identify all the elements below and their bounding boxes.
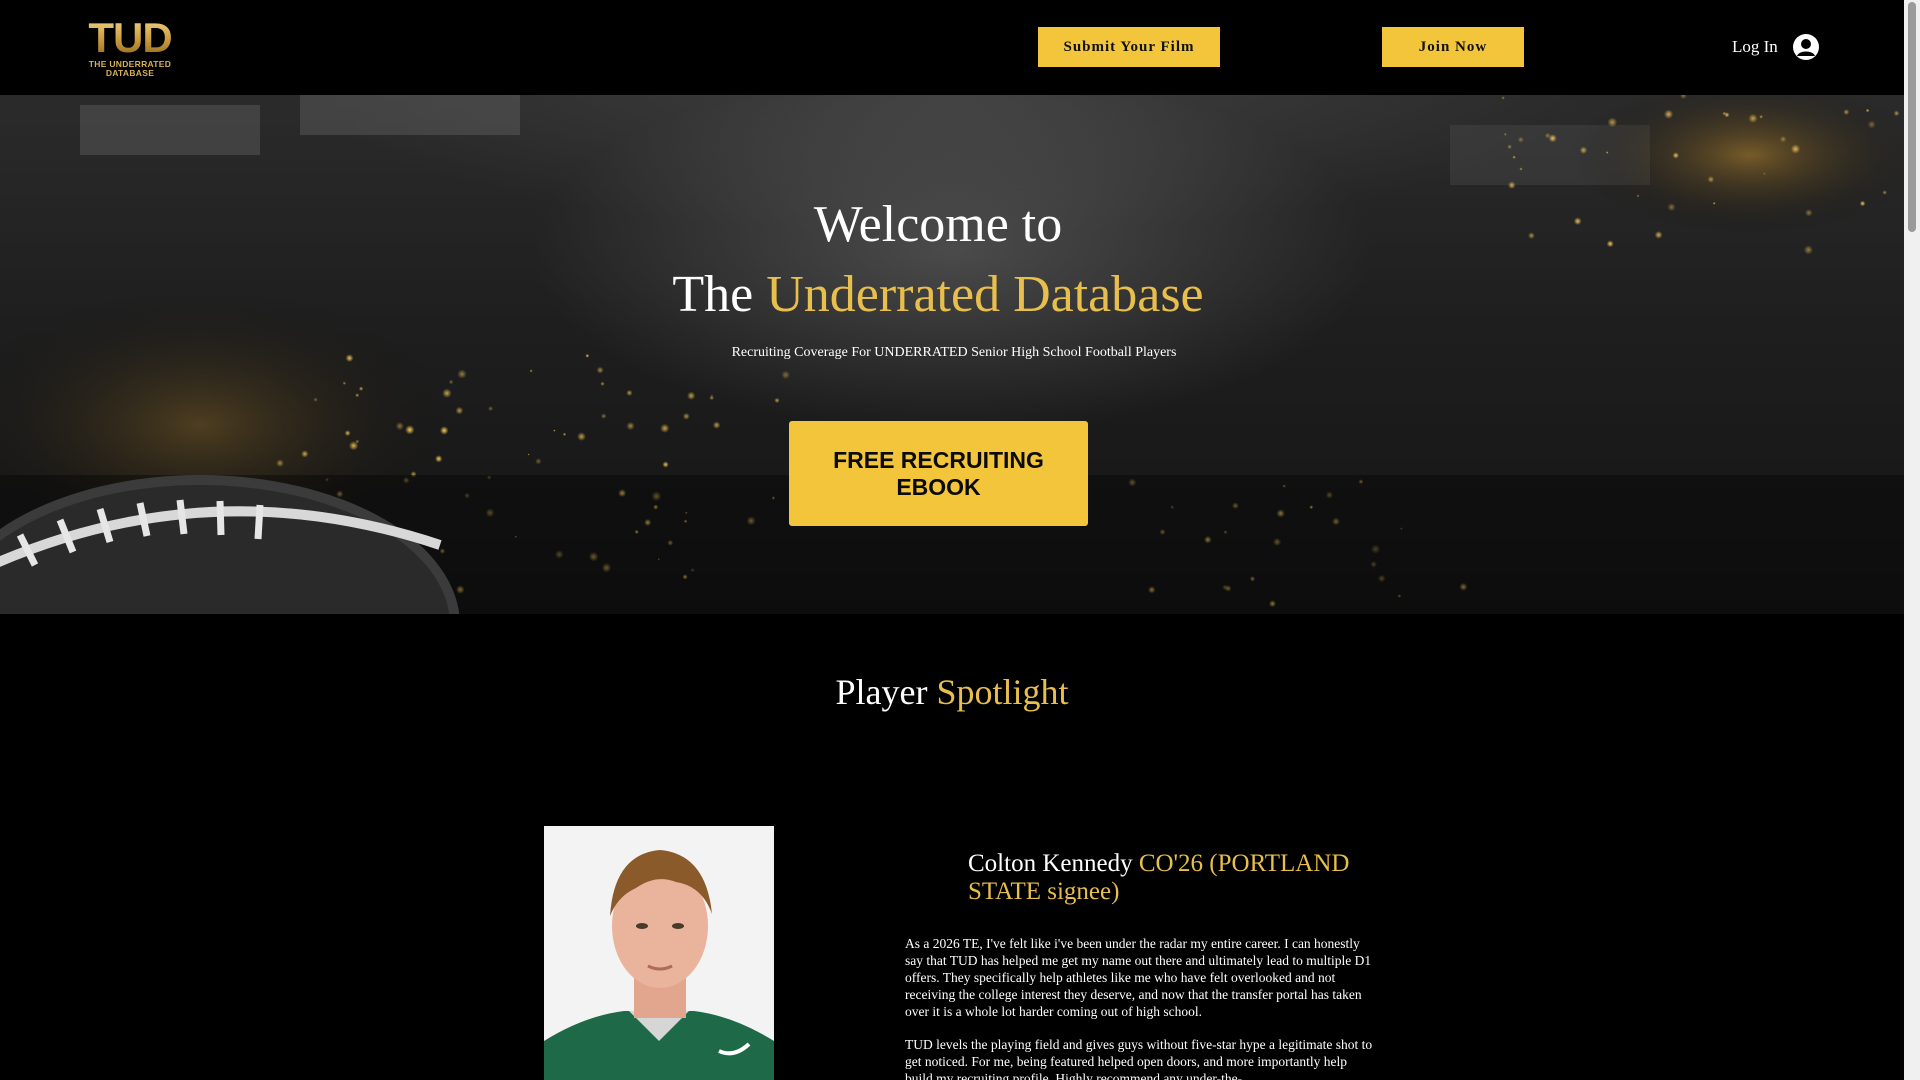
spark-particle <box>355 393 360 398</box>
spark-particle <box>600 381 605 386</box>
spark-particle <box>1748 113 1758 123</box>
testimonial-paragraph-1: As a 2026 TE, I've felt like i've been u… <box>905 936 1372 1019</box>
spark-particle <box>662 461 669 468</box>
spark-particle <box>712 421 721 429</box>
logo-line2: DATABASE <box>105 68 155 78</box>
spark-particle <box>1507 144 1512 150</box>
user-circle-icon[interactable] <box>1792 33 1820 61</box>
spark-particle <box>709 395 715 401</box>
spotlight-title-white: Player <box>835 672 928 712</box>
hero-title-line1: Welcome to <box>813 196 1063 253</box>
spark-particle <box>1517 136 1524 143</box>
spark-particle <box>529 369 533 373</box>
hero-title-prefix: The <box>672 266 754 323</box>
spark-particle <box>1707 176 1715 183</box>
join-now-button[interactable]: Join Now <box>1382 27 1524 67</box>
spark-particle <box>1503 132 1507 136</box>
spark-particle <box>596 366 604 374</box>
site-header: TUD THE UNDERRATED DATABASE Submit Your … <box>0 0 1904 95</box>
login-link[interactable]: Log In <box>1732 32 1820 62</box>
spark-particle <box>626 421 635 431</box>
spark-particle <box>600 413 607 419</box>
spark-particle <box>1867 120 1876 129</box>
hero-title-highlight: Underrated Database <box>766 266 1204 323</box>
spark-particle <box>781 370 790 380</box>
spark-particle <box>342 381 346 385</box>
player-photo <box>544 826 774 1080</box>
spotlight-title-gold: Spotlight <box>936 672 1069 712</box>
spark-particle <box>488 406 494 412</box>
free-ebook-button[interactable]: FREE RECRUITING EBOOK <box>789 421 1088 526</box>
spark-particle <box>774 397 780 404</box>
spark-particle <box>442 388 452 398</box>
spark-particle <box>535 458 542 465</box>
spark-particle <box>1763 172 1766 175</box>
spark-particle <box>687 391 696 400</box>
submit-film-button[interactable]: Submit Your Film <box>1038 27 1220 67</box>
spark-particle <box>1512 155 1516 159</box>
spark-particle <box>1508 181 1516 189</box>
spark-particle <box>1664 109 1674 119</box>
spark-particle <box>1579 146 1588 154</box>
player-name: Colton Kennedy <box>968 850 1133 877</box>
spark-particle <box>313 397 318 402</box>
spark-particle <box>448 379 454 385</box>
spark-particle <box>1843 109 1850 116</box>
logo-mark: TUD <box>86 16 174 60</box>
spark-particle <box>1893 110 1900 117</box>
hero-section: Welcome to The Underrated Database Recru… <box>0 95 1904 614</box>
spark-particle <box>553 429 556 432</box>
spark-particle <box>1501 96 1505 100</box>
spotlight-heading: Player Spotlight <box>0 671 1904 713</box>
player-name-heading: Colton Kennedy CO'26 (PORTLAND STATE sig… <box>968 850 1388 906</box>
testimonial-paragraph-2: TUD levels the playing field and gives g… <box>905 1037 1373 1080</box>
spark-particle <box>1544 132 1551 139</box>
spark-particle <box>1882 190 1887 195</box>
spark-particle <box>562 432 567 436</box>
spark-particle <box>455 406 464 415</box>
spark-particle <box>1724 112 1730 118</box>
tud-logo[interactable]: TUD THE UNDERRATED DATABASE <box>86 16 174 80</box>
spark-particle <box>682 412 690 420</box>
spark-particle <box>527 453 530 456</box>
spark-particle <box>1865 108 1870 113</box>
spark-particle <box>1607 117 1618 128</box>
login-label: Log In <box>1732 37 1778 56</box>
spark-particle <box>1519 167 1523 171</box>
spark-particle <box>1672 152 1680 159</box>
spark-particle <box>1759 114 1763 119</box>
spark-particle <box>660 423 670 433</box>
hero-title-line2: The Underrated Database <box>0 265 1876 324</box>
hero-subtitle: Recruiting Coverage For UNDERRATED Senio… <box>731 345 1177 360</box>
player-portrait-image <box>544 826 774 1080</box>
spark-particle <box>577 432 586 441</box>
spark-particle <box>1605 151 1609 154</box>
spark-particle <box>1790 144 1801 154</box>
football-image <box>0 475 460 614</box>
spark-particle <box>457 369 467 379</box>
page-scrollbar[interactable] <box>1904 0 1920 1080</box>
scrollbar-thumb[interactable] <box>1908 2 1916 232</box>
player-testimonial: As a 2026 TE, I've felt like i've been u… <box>905 935 1377 1080</box>
spark-particle <box>626 389 633 397</box>
spark-particle <box>1779 135 1787 143</box>
spark-particle <box>358 386 364 391</box>
